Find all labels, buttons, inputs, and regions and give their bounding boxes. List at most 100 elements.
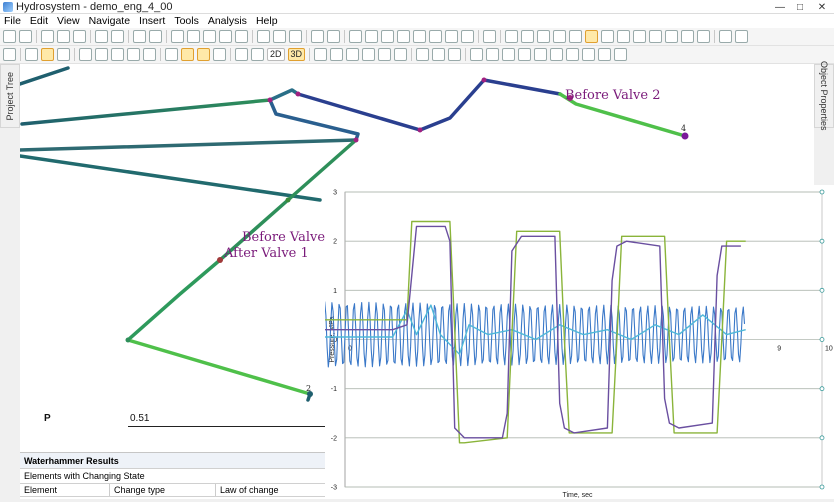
pipe-node[interactable] bbox=[217, 257, 223, 263]
menu-navigate[interactable]: Navigate bbox=[89, 15, 130, 27]
project-tree-tab[interactable]: Project Tree bbox=[0, 64, 20, 128]
results-view-icon[interactable] bbox=[585, 30, 598, 43]
results-nodes-icon[interactable] bbox=[617, 30, 630, 43]
column-element[interactable]: Element bbox=[20, 484, 110, 496]
pipe-segment[interactable] bbox=[20, 138, 358, 152]
view-2d-button[interactable]: 2D bbox=[267, 48, 285, 61]
maximize-button[interactable]: □ bbox=[790, 0, 810, 14]
excel-export-icon[interactable] bbox=[429, 30, 442, 43]
column-law-of-change[interactable]: Law of change bbox=[216, 484, 325, 496]
pipe-segment[interactable] bbox=[268, 88, 300, 102]
pan-icon[interactable] bbox=[41, 48, 54, 61]
word-export-icon[interactable] bbox=[445, 30, 458, 43]
report-icon[interactable] bbox=[349, 30, 362, 43]
object-properties-tab[interactable]: Object Properties bbox=[814, 61, 834, 131]
copy-icon[interactable] bbox=[203, 30, 216, 43]
gauge-icon[interactable] bbox=[614, 48, 628, 61]
menu-tools[interactable]: Tools bbox=[174, 15, 199, 27]
undo-icon[interactable] bbox=[311, 30, 324, 43]
step-forward-icon[interactable] bbox=[553, 30, 566, 43]
select-cursor-icon[interactable] bbox=[3, 48, 16, 61]
zoom-window-icon[interactable] bbox=[79, 48, 92, 61]
rotate-icon[interactable] bbox=[57, 48, 70, 61]
menu-view[interactable]: View bbox=[57, 15, 80, 27]
curve-tool-icon[interactable] bbox=[289, 30, 302, 43]
pipe-segment[interactable] bbox=[20, 98, 272, 126]
results-pressure-icon[interactable] bbox=[665, 30, 678, 43]
column-change-type[interactable]: Change type bbox=[110, 484, 216, 496]
filter-icon[interactable] bbox=[566, 48, 580, 61]
pipe-node[interactable] bbox=[125, 337, 131, 343]
results-pipes-icon[interactable] bbox=[601, 30, 614, 43]
menu-analysis[interactable]: Analysis bbox=[208, 15, 247, 27]
valve-icon[interactable] bbox=[534, 48, 548, 61]
open-folder-icon[interactable] bbox=[19, 30, 32, 43]
help-icon[interactable] bbox=[149, 30, 162, 43]
zoom-icon[interactable] bbox=[25, 48, 38, 61]
minimize-button[interactable]: — bbox=[770, 0, 790, 14]
zoom-in-icon[interactable] bbox=[95, 48, 108, 61]
pipe-node[interactable] bbox=[353, 137, 359, 143]
menu-insert[interactable]: Insert bbox=[139, 15, 165, 27]
check-valve-icon[interactable] bbox=[502, 48, 516, 61]
pipe-segment[interactable] bbox=[20, 66, 70, 86]
report-nodes-icon[interactable] bbox=[381, 30, 394, 43]
pipe-element-3-icon[interactable] bbox=[448, 48, 462, 61]
tools-icon[interactable] bbox=[133, 30, 146, 43]
reducer-icon[interactable] bbox=[486, 48, 500, 61]
pipe-node[interactable] bbox=[681, 132, 689, 140]
pipe-segment[interactable] bbox=[296, 78, 562, 132]
pipe-node[interactable] bbox=[285, 197, 291, 203]
image-export-icon[interactable] bbox=[461, 30, 474, 43]
results-table-icon[interactable] bbox=[633, 30, 646, 43]
play-icon[interactable] bbox=[505, 30, 518, 43]
paste-icon[interactable] bbox=[219, 30, 232, 43]
new-file-icon[interactable] bbox=[3, 30, 16, 43]
save-icon[interactable] bbox=[41, 30, 54, 43]
table-icon[interactable] bbox=[73, 30, 86, 43]
calculation-icon[interactable] bbox=[483, 30, 496, 43]
pipe-element-2-icon[interactable] bbox=[432, 48, 446, 61]
pause-icon[interactable] bbox=[521, 30, 534, 43]
print-preview-icon[interactable] bbox=[111, 30, 124, 43]
layers-icon[interactable] bbox=[235, 48, 248, 61]
cut-icon[interactable] bbox=[187, 30, 200, 43]
paste-special-icon[interactable] bbox=[235, 30, 248, 43]
snap-node-icon[interactable] bbox=[213, 48, 226, 61]
zoom-out-icon[interactable] bbox=[111, 48, 124, 61]
report-pipes-icon[interactable] bbox=[365, 30, 378, 43]
pump-icon[interactable] bbox=[378, 48, 392, 61]
pipe-node[interactable] bbox=[481, 77, 487, 83]
control-valve-icon[interactable] bbox=[550, 48, 564, 61]
pipe-node[interactable] bbox=[295, 91, 301, 97]
results-export-icon[interactable] bbox=[697, 30, 710, 43]
tank-icon[interactable] bbox=[394, 48, 408, 61]
pressure-chart-panel[interactable]: -3 -2 -1 0 1 2 3 0 9 10 Time, sec Pressure, MPa bbox=[315, 185, 834, 499]
heat-exchanger-icon[interactable] bbox=[582, 48, 596, 61]
flow-direction-icon[interactable] bbox=[518, 48, 532, 61]
results-flow-icon[interactable] bbox=[681, 30, 694, 43]
close-button[interactable]: ✕ bbox=[810, 0, 834, 14]
ortho-icon[interactable] bbox=[165, 48, 178, 61]
menu-edit[interactable]: Edit bbox=[30, 15, 48, 27]
step-back-icon[interactable] bbox=[537, 30, 550, 43]
pipe-bend-icon[interactable] bbox=[330, 48, 344, 61]
menu-file[interactable]: File bbox=[4, 15, 21, 27]
text-report-icon[interactable] bbox=[397, 30, 410, 43]
pipe-element-icon[interactable] bbox=[416, 48, 430, 61]
pipe-node[interactable] bbox=[417, 127, 423, 133]
graph-icon[interactable] bbox=[719, 30, 732, 43]
redo-icon[interactable] bbox=[327, 30, 340, 43]
snap-grid-icon[interactable] bbox=[197, 48, 210, 61]
delete-icon[interactable] bbox=[171, 30, 184, 43]
table-report-icon[interactable] bbox=[413, 30, 426, 43]
pipe-node[interactable] bbox=[267, 97, 273, 103]
node-tool-icon[interactable] bbox=[257, 30, 270, 43]
print-icon[interactable] bbox=[95, 30, 108, 43]
view-settings-icon[interactable] bbox=[143, 48, 156, 61]
reservoir-icon[interactable] bbox=[362, 48, 376, 61]
view-3d-button[interactable]: 3D bbox=[287, 48, 306, 61]
snap-icon[interactable] bbox=[181, 48, 194, 61]
elbow-icon[interactable] bbox=[470, 48, 484, 61]
save-dropdown-icon[interactable] bbox=[57, 30, 70, 43]
